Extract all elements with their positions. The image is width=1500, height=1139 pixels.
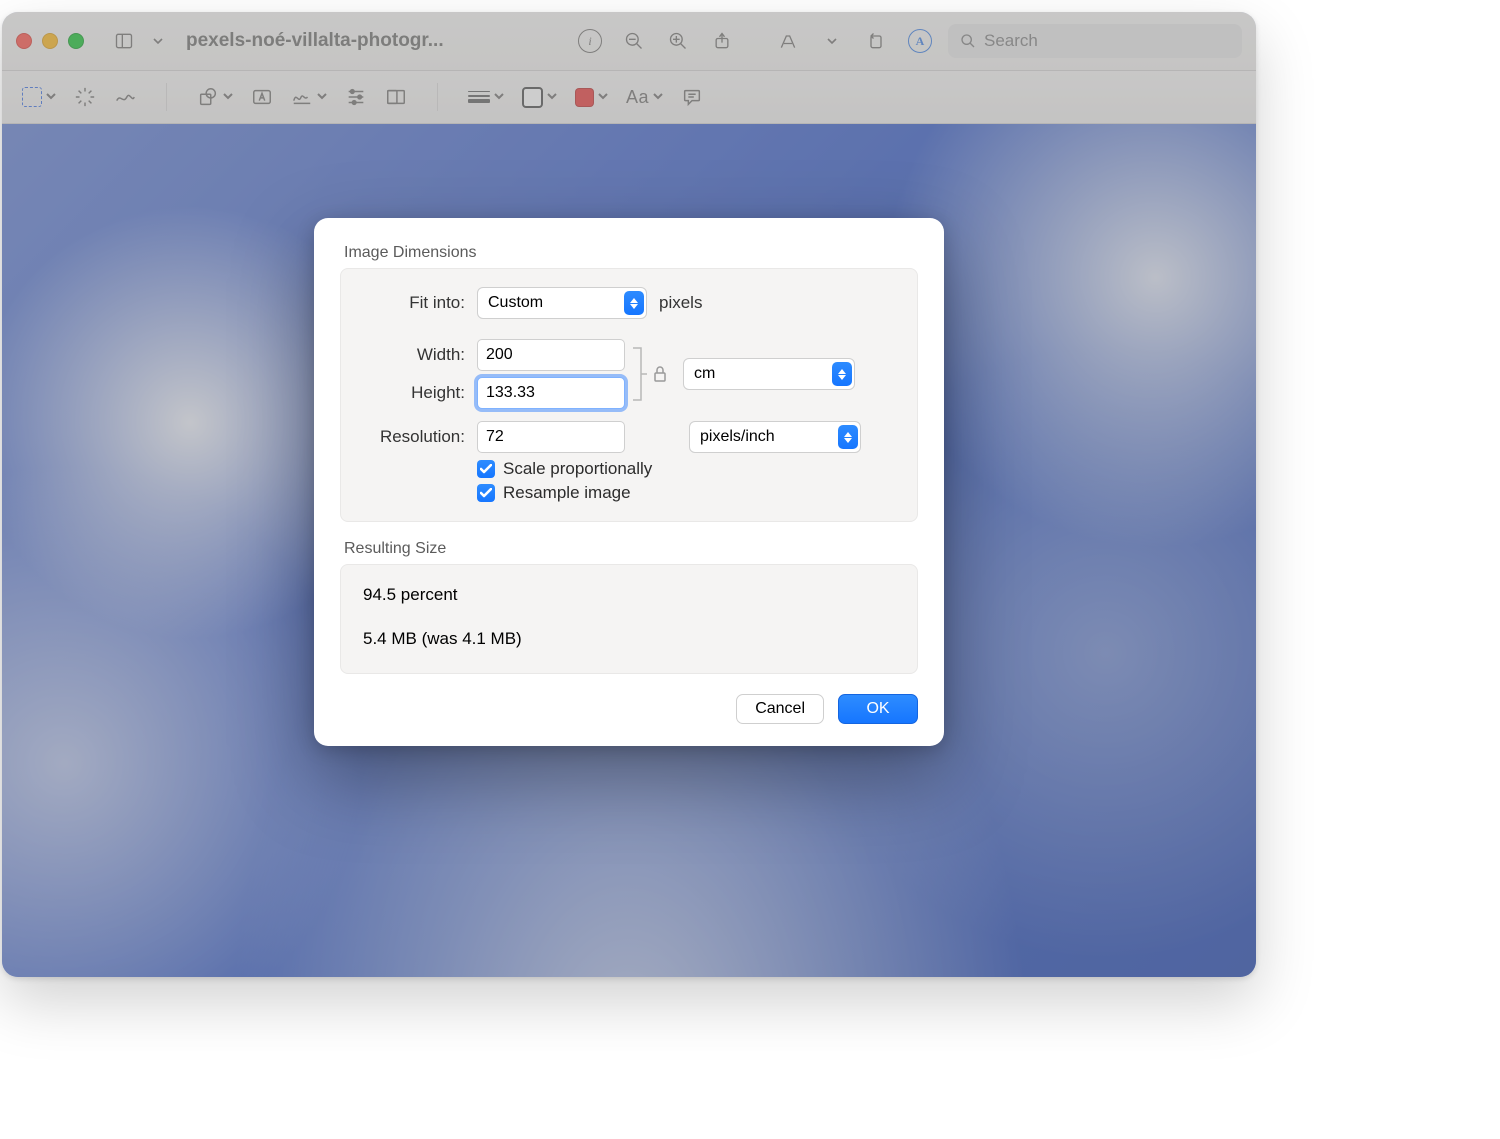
annotation-tool[interactable] — [681, 86, 703, 108]
chevron-down-icon — [598, 88, 608, 106]
info-icon: i — [578, 29, 602, 53]
text-style-icon: Aa — [626, 87, 649, 108]
rotate-button[interactable] — [860, 25, 892, 57]
section-title-dimensions: Image Dimensions — [344, 244, 918, 262]
fill-color-icon — [575, 88, 594, 107]
chevron-down-icon — [223, 88, 233, 106]
document-title: pexels-noé-villalta-photogr... — [186, 30, 444, 52]
share-button[interactable] — [706, 25, 738, 57]
line-weight-icon — [468, 91, 490, 103]
text-box-icon — [251, 86, 273, 108]
chevron-down-icon — [494, 88, 504, 106]
adjust-size-tool[interactable] — [385, 86, 407, 108]
shapes-tool[interactable] — [197, 86, 233, 108]
resolution-unit-value: pixels/inch — [700, 428, 775, 446]
dialog-button-row: Cancel OK — [340, 694, 918, 724]
sidebar-icon — [108, 25, 140, 57]
checkbox-checked-icon — [477, 484, 495, 502]
fit-into-label: Fit into: — [357, 293, 465, 313]
resolution-label: Resolution: — [357, 427, 465, 447]
shapes-icon — [197, 86, 219, 108]
resample-image-label: Resample image — [503, 483, 631, 503]
proportions-lock — [631, 344, 667, 404]
markup-button[interactable] — [772, 25, 804, 57]
chevron-down-icon — [142, 25, 174, 57]
text-style-tool[interactable]: Aa — [626, 87, 663, 108]
resolution-unit-select[interactable]: pixels/inch — [689, 421, 861, 453]
resolution-row: Resolution: pixels/inch — [357, 421, 901, 453]
search-placeholder: Search — [984, 31, 1038, 51]
fit-into-select[interactable]: Custom — [477, 287, 647, 319]
border-color-tool[interactable] — [522, 87, 557, 108]
zoom-in-button[interactable] — [662, 25, 694, 57]
height-row: Height: — [357, 377, 625, 409]
app-window: pexels-noé-villalta-photogr... i A S — [2, 12, 1256, 977]
highlight-color-button[interactable]: A — [904, 25, 936, 57]
bracket-icon — [631, 344, 649, 404]
width-row: Width: — [357, 339, 625, 371]
fill-color-tool[interactable] — [575, 88, 608, 107]
result-filesize: 5.4 MB (was 4.1 MB) — [363, 629, 895, 649]
titlebar: pexels-noé-villalta-photogr... i A S — [2, 12, 1256, 71]
resolution-input[interactable] — [477, 421, 625, 453]
checkbox-checked-icon — [477, 460, 495, 478]
scribble-icon — [114, 86, 136, 108]
speech-bubble-icon — [681, 86, 703, 108]
updown-caret-icon — [624, 291, 644, 315]
sign-tool[interactable] — [291, 86, 327, 108]
resample-image-checkbox[interactable]: Resample image — [477, 483, 901, 503]
window-zoom-button[interactable] — [68, 33, 84, 49]
window-close-button[interactable] — [16, 33, 32, 49]
fit-into-row: Fit into: Custom pixels — [357, 287, 901, 319]
updown-caret-icon — [832, 362, 852, 386]
info-button[interactable]: i — [574, 25, 606, 57]
sliders-icon — [345, 86, 367, 108]
result-percent: 94.5 percent — [363, 585, 895, 605]
window-traffic-lights — [16, 33, 84, 49]
height-input[interactable] — [477, 377, 625, 409]
sidebar-toggle-group[interactable] — [108, 25, 174, 57]
chevron-down-icon — [317, 88, 327, 106]
scale-proportionally-checkbox[interactable]: Scale proportionally — [477, 459, 901, 479]
signature-icon — [291, 86, 313, 108]
ok-button[interactable]: OK — [838, 694, 918, 724]
size-unit-select[interactable]: cm — [683, 358, 855, 390]
border-color-icon — [522, 87, 543, 108]
chevron-down-icon — [653, 88, 663, 106]
toolbar-divider — [166, 83, 167, 111]
lock-icon — [653, 366, 667, 382]
chevron-down-icon — [547, 88, 557, 106]
fit-into-value: Custom — [488, 294, 543, 312]
search-field[interactable]: Search — [948, 24, 1242, 58]
window-minimize-button[interactable] — [42, 33, 58, 49]
selection-tool[interactable] — [22, 87, 56, 107]
zoom-out-button[interactable] — [618, 25, 650, 57]
height-label: Height: — [357, 383, 465, 403]
size-unit-value: cm — [694, 365, 715, 383]
line-weight-tool[interactable] — [468, 88, 504, 106]
fit-into-unit: pixels — [659, 293, 702, 313]
resize-icon — [385, 86, 407, 108]
width-input[interactable] — [477, 339, 625, 371]
markup-dropdown[interactable] — [816, 25, 848, 57]
annotate-circle-a-icon: A — [908, 29, 932, 53]
text-tool[interactable] — [251, 86, 273, 108]
updown-caret-icon — [838, 425, 858, 449]
magic-wand-icon — [74, 86, 96, 108]
dimensions-group: Fit into: Custom pixels Width: — [340, 268, 918, 522]
adjust-color-tool[interactable] — [345, 86, 367, 108]
scale-proportionally-label: Scale proportionally — [503, 459, 652, 479]
search-icon — [960, 33, 976, 49]
markup-toolbar: Aa — [2, 71, 1256, 124]
toolbar-divider — [437, 83, 438, 111]
instant-alpha-tool[interactable] — [74, 86, 96, 108]
chevron-down-icon — [46, 88, 56, 106]
image-dimensions-dialog: Image Dimensions Fit into: Custom pixels — [314, 218, 944, 746]
section-title-resulting: Resulting Size — [344, 540, 918, 558]
sketch-tool[interactable] — [114, 86, 136, 108]
resulting-size-group: 94.5 percent 5.4 MB (was 4.1 MB) — [340, 564, 918, 674]
width-label: Width: — [357, 345, 465, 365]
selection-icon — [22, 87, 42, 107]
cancel-button[interactable]: Cancel — [736, 694, 824, 724]
